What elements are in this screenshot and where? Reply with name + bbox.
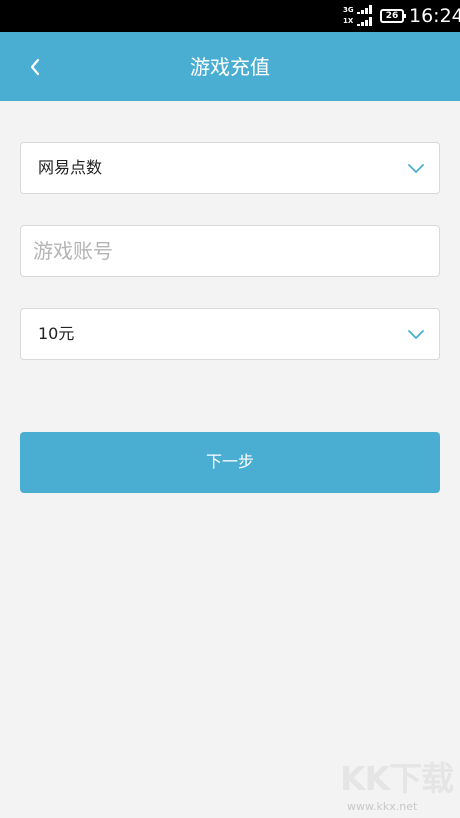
app-bar: 游戏充值 [0, 32, 460, 101]
account-field[interactable] [20, 225, 440, 277]
status-bar: 3G 1X 26 16:24 [0, 0, 460, 32]
status-time: 16:24 [409, 5, 460, 27]
network-type-1x: 1X [343, 17, 354, 25]
next-button[interactable]: 下一步 [20, 432, 440, 493]
network-type-3g: 3G [343, 6, 354, 14]
amount-select-value: 10元 [38, 324, 75, 343]
network-indicator: 3G 1X [343, 4, 375, 28]
watermark-logo: KK下载 [340, 759, 454, 798]
battery-level: 26 [385, 11, 399, 21]
page-title: 游戏充值 [190, 55, 270, 79]
account-input[interactable] [33, 234, 423, 268]
chevron-down-icon [408, 330, 424, 339]
amount-select[interactable]: 10元 [20, 308, 440, 360]
watermark: KK下载 www.kkx.net [336, 760, 460, 818]
next-button-label: 下一步 [205, 453, 254, 471]
watermark-url: www.kkx.net [347, 800, 418, 813]
battery-icon: 26 [380, 9, 406, 23]
chevron-down-icon [408, 164, 424, 173]
game-select-value: 网易点数 [38, 158, 103, 177]
signal-bars-icon [357, 5, 374, 14]
signal-bars-icon [357, 17, 374, 26]
game-select[interactable]: 网易点数 [20, 142, 440, 194]
